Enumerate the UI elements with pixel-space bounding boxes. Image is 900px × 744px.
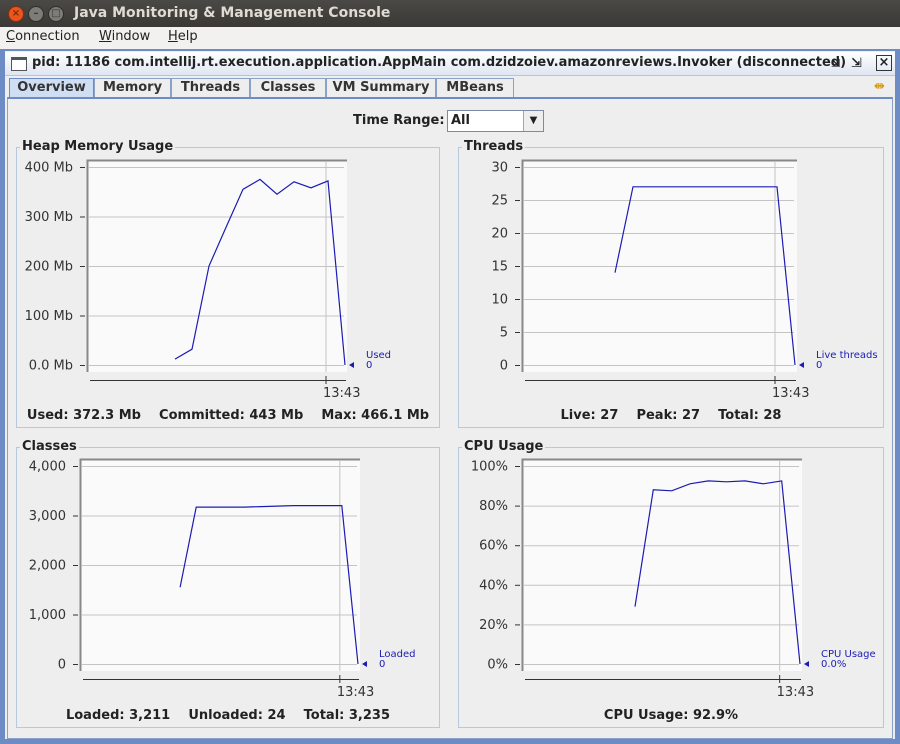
y-tick-label: 3,000 <box>29 509 66 524</box>
y-tick-label: 0.0 Mb <box>29 359 73 374</box>
y-tick-label: 2,000 <box>29 559 66 574</box>
x-tick-label: 13:43 <box>337 685 374 700</box>
y-tick-label: 300 Mb <box>25 210 73 225</box>
y-tick-label: 20% <box>479 618 508 633</box>
x-tick-label: 13:43 <box>777 685 814 700</box>
charts-layer: 0.0 Mb100 Mb200 Mb300 Mb400 Mb13:43Used0… <box>25 159 878 700</box>
current-value-marker <box>804 661 809 667</box>
y-tick-label: 15 <box>491 260 508 275</box>
legend-value: 0 <box>366 360 372 371</box>
threads-chart: 05101520253013:43Live threads0 <box>491 159 878 401</box>
heap-chart: 0.0 Mb100 Mb200 Mb300 Mb400 Mb13:43Used0 <box>25 159 391 401</box>
classes-chart: 01,0002,0003,0004,00013:43Loaded0 <box>29 458 416 700</box>
y-tick-label: 10 <box>491 293 508 308</box>
x-tick-label: 13:43 <box>323 386 360 401</box>
y-tick-label: 100 Mb <box>25 309 73 324</box>
legend-label: Live threads <box>816 350 878 361</box>
current-value-marker <box>799 362 804 368</box>
y-tick-label: 100% <box>471 460 508 475</box>
y-tick-label: 30 <box>491 161 508 176</box>
y-tick-label: 60% <box>479 539 508 554</box>
cpu-chart: 0%20%40%60%80%100%13:43CPU Usage0.0% <box>471 458 876 700</box>
legend-value: 0 <box>816 360 822 371</box>
x-tick-label: 13:43 <box>772 386 809 401</box>
legend-value: 0.0% <box>821 659 846 670</box>
y-tick-label: 400 Mb <box>25 161 73 176</box>
y-tick-label: 20 <box>491 227 508 242</box>
y-tick-label: 4,000 <box>29 460 66 475</box>
y-tick-label: 0% <box>487 658 508 673</box>
legend-value: 0 <box>379 659 385 670</box>
y-tick-label: 0 <box>500 359 508 374</box>
y-tick-label: 80% <box>479 499 508 514</box>
current-value-marker <box>349 362 354 368</box>
y-tick-label: 25 <box>491 194 508 209</box>
y-tick-label: 1,000 <box>29 608 66 623</box>
y-tick-label: 0 <box>58 658 66 673</box>
y-tick-label: 40% <box>479 578 508 593</box>
y-tick-label: 5 <box>500 326 508 341</box>
current-value-marker <box>362 661 367 667</box>
y-tick-label: 200 Mb <box>25 260 73 275</box>
